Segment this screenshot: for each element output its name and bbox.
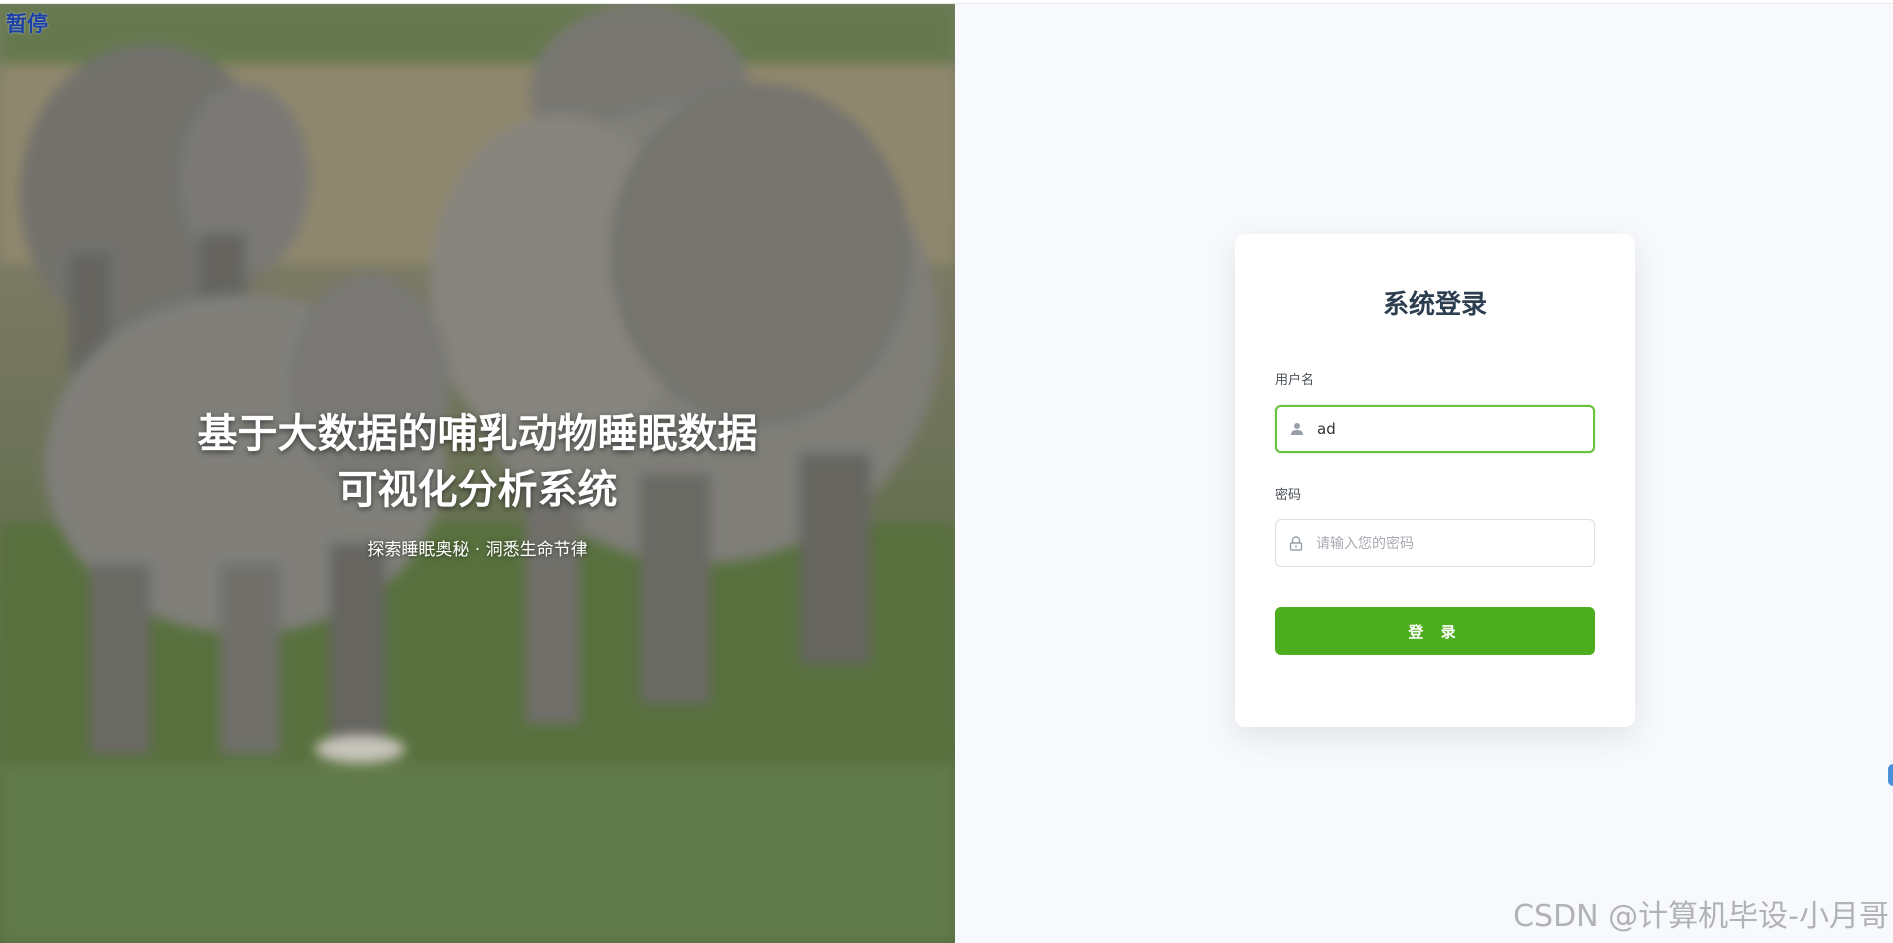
username-label: 用户名 [1275,373,1315,388]
user-icon [1277,422,1317,436]
hero-title-line-1: 基于大数据的哺乳动物睡眠数据 [197,411,758,457]
csdn-watermark: CSDN @计算机毕设-小月哥 [1513,899,1889,934]
floating-side-widget[interactable] [1888,764,1893,786]
hero-title-line-2: 可视化分析系统 [337,467,618,513]
hero-title: 基于大数据的哺乳动物睡眠数据 可视化分析系统 [0,406,955,518]
username-field[interactable] [1275,405,1595,453]
password-field[interactable] [1275,519,1595,567]
username-input[interactable] [1317,407,1593,451]
hero-subtitle: 探索睡眠奥秘 · 洞悉生命节律 [367,540,588,560]
login-title: 系统登录 [1382,290,1487,320]
lock-icon [1276,535,1316,551]
hero-background-video[interactable]: 暂停 基于大数据的哺乳动物睡眠数据 可视化分析系统 探索睡眠奥秘 · 洞悉生命节… [0,4,955,943]
video-pause-indicator[interactable]: 暂停 [6,8,48,38]
login-button[interactable]: 登 录 [1275,607,1595,655]
password-input[interactable] [1316,520,1594,566]
password-label: 密码 [1275,488,1302,503]
login-card: 系统登录 用户名 密码 登 录 [1235,234,1635,727]
